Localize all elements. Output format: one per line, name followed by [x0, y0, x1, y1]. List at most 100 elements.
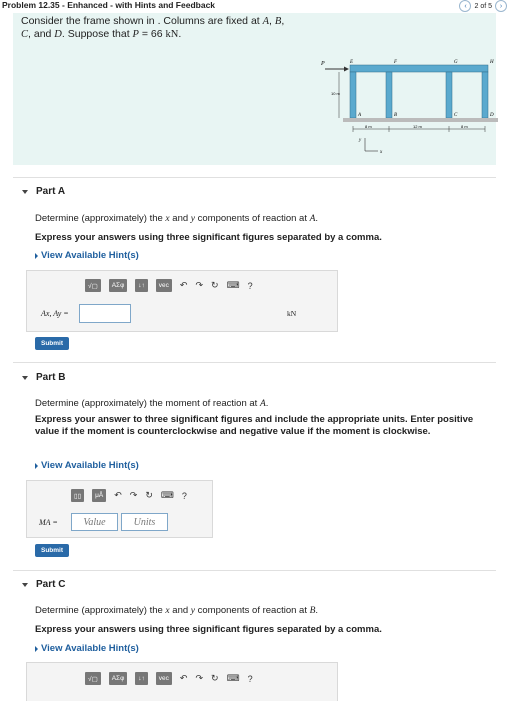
question-text: .: [315, 605, 319, 616]
units-button[interactable]: μÅ: [92, 489, 107, 502]
templates-button[interactable]: ▯▯: [71, 489, 85, 502]
label-h: H: [489, 60, 494, 65]
label-x: x: [379, 150, 383, 155]
reset-icon[interactable]: ↻: [211, 673, 219, 684]
part-a-question: Determine (approximately) the x and y co…: [35, 213, 495, 225]
chevron-right-icon: ›: [499, 2, 503, 10]
previous-button[interactable]: ‹: [459, 0, 472, 12]
dim-height: 10 m: [331, 91, 341, 96]
symbols-button[interactable]: ΑΣφ: [108, 279, 128, 292]
hint-label: View Available Hint(s): [41, 460, 139, 471]
question-text: and: [169, 605, 191, 616]
question-text: .: [265, 398, 269, 409]
keyboard-icon[interactable]: ⌨: [161, 490, 174, 501]
part-b-header[interactable]: Part B: [22, 372, 65, 383]
templates-button[interactable]: √▢: [85, 279, 101, 292]
redo-icon[interactable]: ↷: [195, 280, 203, 291]
math-toolbar: √▢ ΑΣφ ↓↑ vec ↶ ↷ ↻ ⌨ ?: [85, 672, 253, 685]
help-icon[interactable]: ?: [248, 281, 253, 291]
question-text: components of reaction at: [195, 605, 310, 616]
dim-middle: 12 m: [413, 124, 423, 129]
part-c-title: Part C: [36, 579, 66, 590]
chevron-down-icon: [22, 189, 28, 194]
unit-kn: kN: [165, 29, 179, 40]
part-b-submit-button[interactable]: Submit: [35, 544, 70, 557]
undo-icon[interactable]: ↶: [114, 490, 122, 501]
column-d: [481, 71, 489, 119]
part-b-hint-link[interactable]: View Available Hint(s): [35, 460, 139, 471]
chevron-left-icon: ‹: [464, 2, 467, 10]
label-y: y: [358, 138, 362, 143]
instruction-text: Express your answers using three signifi…: [35, 232, 382, 243]
var-c: C: [21, 29, 29, 40]
intro-text: Consider the frame shown in . Columns ar…: [21, 15, 311, 41]
label-d: D: [489, 113, 494, 118]
label-e: E: [349, 60, 353, 65]
label-g: G: [454, 60, 458, 65]
part-c-hint-link[interactable]: View Available Hint(s): [35, 643, 139, 654]
part-a-answer-box: √▢ ΑΣφ ↓↑ vec ↶ ↷ ↻ ⌨ ? Ax, Ay =: [26, 270, 338, 332]
problem-intro: Consider the frame shown in . Columns ar…: [13, 13, 498, 165]
part-c-answer-box: √▢ ΑΣφ ↓↑ vec ↶ ↷ ↻ ⌨ ?: [26, 662, 338, 701]
label-b: B: [394, 113, 397, 118]
part-a-title: Part A: [36, 186, 66, 197]
pagination: ‹ 2 of 5 ›: [459, 0, 507, 12]
reset-icon[interactable]: ↻: [145, 490, 153, 501]
dim-right: 8 m: [461, 124, 468, 129]
ground: [343, 118, 498, 122]
question-text: Determine (approximately) the: [35, 213, 166, 224]
vector-button[interactable]: vec: [155, 279, 172, 292]
column-c: [445, 71, 453, 119]
part-a-header[interactable]: Part A: [22, 186, 65, 197]
label-c: C: [454, 113, 458, 118]
arrows-button[interactable]: ↓↑: [135, 672, 148, 685]
part-a-hint-link[interactable]: View Available Hint(s): [35, 250, 139, 261]
question-text: .: [315, 213, 319, 224]
hint-label: View Available Hint(s): [41, 643, 139, 654]
next-button[interactable]: ›: [495, 0, 507, 12]
question-text: and: [169, 213, 191, 224]
help-icon[interactable]: ?: [248, 674, 253, 684]
chevron-right-icon: [35, 645, 38, 652]
reset-icon[interactable]: ↻: [211, 280, 219, 291]
var-d: D: [54, 29, 62, 40]
separator: [13, 177, 496, 178]
load-arrowhead: [344, 66, 349, 72]
keyboard-icon[interactable]: ⌨: [227, 280, 240, 291]
top-bar: Problem 12.35 - Enhanced - with Hints an…: [0, 0, 511, 12]
templates-button[interactable]: √▢: [85, 672, 101, 685]
value-input[interactable]: Value: [71, 513, 118, 531]
math-toolbar: √▢ ΑΣφ ↓↑ vec ↶ ↷ ↻ ⌨ ?: [85, 279, 253, 292]
keyboard-icon[interactable]: ⌨: [227, 673, 240, 684]
redo-icon[interactable]: ↷: [195, 673, 203, 684]
part-c-instruction: Express your answers using three signifi…: [35, 624, 495, 636]
part-b-title: Part B: [36, 372, 66, 383]
answer-input[interactable]: [79, 304, 131, 323]
symbols-button[interactable]: ΑΣφ: [108, 672, 128, 685]
intro-text-part: , and: [28, 28, 55, 40]
separator: [13, 362, 496, 363]
arrows-button[interactable]: ↓↑: [135, 279, 148, 292]
vector-button[interactable]: vec: [155, 672, 172, 685]
answer-label: Ax, Ay =: [41, 309, 69, 318]
intro-text-part: Consider the frame shown in . Columns ar…: [21, 15, 263, 27]
top-beam: [349, 64, 489, 73]
part-b-instruction: Express your answer to three significant…: [35, 414, 495, 438]
part-c-header[interactable]: Part C: [22, 579, 65, 590]
part-a-submit-button[interactable]: Submit: [35, 337, 70, 350]
undo-icon[interactable]: ↶: [180, 280, 188, 291]
chevron-right-icon: [35, 462, 38, 469]
dim-left: 8 m: [365, 124, 372, 129]
undo-icon[interactable]: ↶: [180, 673, 188, 684]
redo-icon[interactable]: ↷: [130, 490, 138, 501]
help-icon[interactable]: ?: [182, 491, 187, 501]
instruction-text: Express your answer to three significant…: [35, 414, 474, 437]
page-indicator: 2 of 5: [474, 2, 492, 10]
intro-text-part: ,: [281, 15, 285, 27]
frame-figure: P E F G H A B C D 10 m 8 m 12 m 8 m y x: [320, 60, 498, 155]
hint-label: View Available Hint(s): [41, 250, 139, 261]
separator: [13, 570, 496, 571]
chevron-right-icon: [35, 252, 38, 259]
units-input[interactable]: Units: [121, 513, 168, 531]
intro-text-part: = 66: [138, 28, 166, 40]
